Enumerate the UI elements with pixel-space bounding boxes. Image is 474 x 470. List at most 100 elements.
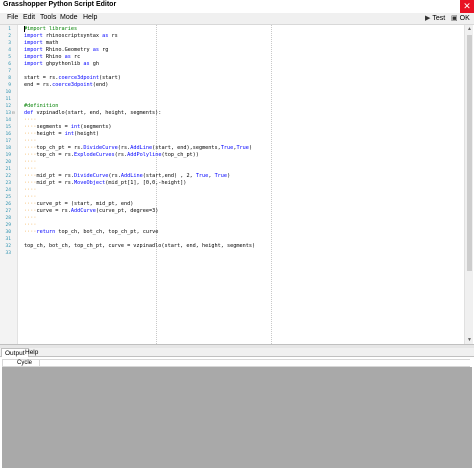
code-token: import — [24, 61, 43, 67]
code-token: return — [36, 229, 56, 235]
code-line[interactable]: 1 #import libraries — [0, 26, 462, 33]
code-token: rg — [98, 47, 109, 53]
code-line[interactable]: 16 ····height = int(height) — [0, 131, 462, 138]
line-number: 4 — [8, 48, 11, 53]
menu-file[interactable]: File — [7, 14, 18, 21]
code-token: AddCurve — [70, 208, 96, 214]
code-line[interactable]: 12 #definition — [0, 103, 462, 110]
code-line[interactable]: 19 ····top_ch = rs.ExplodeCurves(rs.AddPo… — [0, 152, 462, 159]
ok-label: OK — [459, 15, 470, 22]
code-line[interactable]: 10 — [0, 89, 462, 96]
code-line[interactable]: 3 import math — [0, 40, 462, 47]
code-line[interactable]: 6 import ghpythonlib as gh — [0, 61, 462, 68]
ok-button[interactable]: ▣ OK — [451, 14, 470, 22]
code-text: ···· — [24, 138, 37, 145]
test-button[interactable]: ▶ Test — [425, 14, 445, 22]
code-token: (start,end) , 2, — [142, 173, 196, 179]
line-number: 5 — [8, 55, 11, 60]
tab-help[interactable]: Help — [22, 348, 41, 357]
menu-help[interactable]: Help — [83, 14, 97, 21]
code-line[interactable]: 26 ····curve_pt = (start, mid_pt, end) — [0, 201, 462, 208]
scroll-down-icon[interactable]: ▼ — [466, 337, 473, 343]
line-number: 9 — [8, 83, 11, 88]
code-line[interactable]: 33 — [0, 250, 462, 257]
scrollbar-thumb[interactable] — [467, 35, 472, 271]
code-token: import — [24, 40, 43, 46]
scroll-up-icon[interactable]: ▲ — [466, 26, 473, 32]
code-line[interactable]: 31 — [0, 236, 462, 243]
code-line[interactable]: 9 end = rs.coerce3dpoint(end) — [0, 82, 462, 89]
code-token: (mid_pt[1], [0,0,-height]) — [105, 180, 187, 186]
code-token: (top_ch_pt)) — [161, 152, 199, 158]
line-number: 29 — [5, 223, 11, 228]
code-token: import — [24, 33, 43, 39]
code-line[interactable]: 29 ···· — [0, 222, 462, 229]
code-line[interactable]: 25 ···· — [0, 194, 462, 201]
indent-marker: ···· — [24, 166, 37, 172]
code-line[interactable]: 24 ···· — [0, 187, 462, 194]
text-caret — [24, 26, 25, 32]
code-token: DivideCurve — [73, 173, 109, 179]
code-line[interactable]: 28 ···· — [0, 215, 462, 222]
line-number: 15 — [5, 125, 11, 130]
line-number: 27 — [5, 209, 11, 214]
code-text: import ghpythonlib as gh — [24, 61, 99, 68]
line-number: 18 — [5, 146, 11, 151]
bottom-tab-strip: Output Help — [0, 348, 474, 357]
code-line[interactable]: 8 start = rs.coerce3dpoint(start) — [0, 75, 462, 82]
code-line[interactable]: 11 — [0, 96, 462, 103]
code-token: int — [70, 124, 81, 130]
indent-marker: ···· — [24, 201, 37, 207]
indent-marker: ···· — [24, 159, 37, 165]
code-line[interactable]: 27 ····curve = rs.AddCurve(curve_pt, degr… — [0, 208, 462, 215]
indent-marker: ···· — [24, 138, 37, 144]
close-icon[interactable]: ✕ — [460, 0, 474, 13]
code-token: AddLine — [130, 145, 153, 151]
code-token: True — [220, 145, 234, 151]
indent-marker: ···· — [24, 152, 37, 158]
indent-marker: ···· — [24, 173, 37, 179]
code-token: (curve_pt, degree=3) — [95, 208, 159, 214]
code-token: def — [24, 110, 34, 116]
code-token: mid_pt = rs. — [36, 173, 74, 179]
code-line[interactable]: 18 ····top_ch_pt = rs.DivideCurve(rs.AddL… — [0, 145, 462, 152]
code-line[interactable]: 22 ····mid_pt = rs.DivideCurve(rs.AddLine… — [0, 173, 462, 180]
indent-marker: ···· — [24, 194, 37, 200]
code-token: Rhino — [42, 54, 65, 60]
code-text: ····mid_pt = rs.MoveObject(mid_pt[1], [0… — [24, 180, 186, 187]
fold-toggle-icon[interactable]: ⊟ — [12, 110, 15, 117]
code-token: True — [214, 173, 228, 179]
menu-edit[interactable]: Edit — [23, 14, 35, 21]
code-line[interactable]: 30 ····return top_ch, bot_ch, top_ch_pt, … — [0, 229, 462, 236]
code-line[interactable]: 17 ···· — [0, 138, 462, 145]
code-text: ···· — [24, 187, 37, 194]
code-token: #import libraries — [24, 26, 78, 32]
code-token: (start) — [98, 75, 121, 81]
code-line[interactable]: 32 top_ch, bot_ch, top_ch_pt, curve = vzp… — [0, 243, 462, 250]
code-line[interactable]: 5 import Rhino as rc — [0, 54, 462, 61]
code-editor[interactable]: 1 #import libraries 2 import rhinoscriptsyn… — [0, 24, 474, 345]
line-number: 6 — [8, 62, 11, 67]
line-number: 28 — [5, 216, 11, 221]
code-token: (rs. — [117, 145, 131, 151]
menu-mode[interactable]: Mode — [60, 14, 78, 21]
line-number: 16 — [5, 132, 11, 137]
code-line[interactable]: 2 import rhinoscriptsyntax as rs — [0, 33, 462, 40]
code-line[interactable]: 23 ····mid_pt = rs.MoveObject(mid_pt[1], … — [0, 180, 462, 187]
code-text: ····curve_pt = (start, mid_pt, end) — [24, 201, 133, 208]
line-number: 3 — [8, 41, 11, 46]
cycle-column-header[interactable]: Cycle — [2, 359, 40, 367]
code-token: (rs. — [108, 173, 121, 179]
code-token: DivideCurve — [83, 145, 118, 151]
code-line[interactable]: 21 ···· — [0, 166, 462, 173]
code-line[interactable]: 20 ···· — [0, 159, 462, 166]
code-line[interactable]: 15 ····segments = int(segments) — [0, 124, 462, 131]
code-line[interactable]: 13 ⊟ def vzpinadlo(start, end, height, seg… — [0, 110, 462, 117]
code-line[interactable]: 14 ···· — [0, 117, 462, 124]
code-token: curve = rs. — [36, 208, 71, 214]
code-line[interactable]: 7 — [0, 68, 462, 75]
line-number: 8 — [8, 76, 11, 81]
code-line[interactable]: 4 import Rhino.Geometry as rg — [0, 47, 462, 54]
menu-tools[interactable]: Tools — [40, 14, 56, 21]
vertical-scrollbar[interactable]: ▲ ▼ — [464, 25, 473, 344]
